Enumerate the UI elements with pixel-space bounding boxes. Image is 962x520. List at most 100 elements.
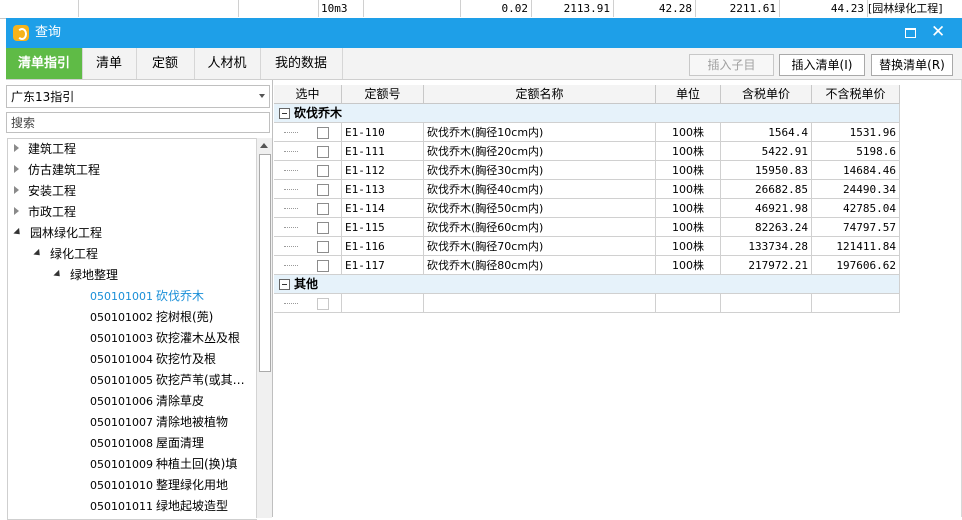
tree-node-landscape[interactable]: 园林绿化工程 [13, 223, 102, 244]
table-row[interactable]: E1-113 砍伐乔木(胸径40cm内) 100株 26682.85 24490.34 [274, 180, 900, 199]
tree-leaf[interactable]: 050101010 整理绿化用地 [90, 475, 228, 496]
tree-node-label: 安装工程 [28, 184, 77, 198]
insert-list-button[interactable]: 插入清单(I) [779, 54, 865, 76]
bg-unit: 10m3 [318, 0, 364, 17]
tab-resources[interactable]: 人材机 [194, 48, 261, 79]
row-notax-price: 14684.46 [812, 161, 900, 180]
tree-leaf[interactable]: 050101007 清除地被植物 [90, 412, 228, 433]
tree-leaf[interactable]: 050101008 屋面清理 [90, 433, 204, 454]
header-name[interactable]: 定额名称 [424, 85, 656, 104]
tree-scrollbar[interactable] [256, 138, 272, 518]
collapse-arrow-icon[interactable] [33, 248, 43, 259]
row-select [274, 237, 342, 256]
tree-node-install[interactable]: 安装工程 [14, 181, 76, 202]
tab-quota[interactable]: 定额 [136, 48, 195, 79]
empty-row[interactable] [274, 294, 900, 313]
row-unit: 100株 [656, 256, 721, 275]
header-tax-price[interactable]: 含税单价 [721, 85, 812, 104]
tree-leaf[interactable]: 050101003 砍挖灌木丛及根 [90, 328, 240, 349]
scroll-up-icon[interactable] [260, 143, 268, 148]
collapse-toggle-icon[interactable] [279, 108, 290, 119]
group-row[interactable]: 砍伐乔木 [274, 104, 900, 123]
expand-arrow-icon[interactable] [14, 186, 19, 194]
group-row[interactable]: 其他 [274, 275, 900, 294]
tree-line [284, 265, 298, 266]
title-bar[interactable]: 查询 ✕ [6, 18, 962, 48]
row-name: 砍伐乔木(胸径60cm内) [424, 218, 656, 237]
expand-arrow-icon[interactable] [14, 144, 19, 152]
tree-node-municipal[interactable]: 市政工程 [14, 202, 76, 223]
header-select[interactable]: 选中 [274, 85, 342, 104]
table-row[interactable]: E1-112 砍伐乔木(胸径30cm内) 100株 15950.83 14684.46 [274, 161, 900, 180]
select-checkbox[interactable] [317, 298, 329, 310]
select-checkbox[interactable] [317, 203, 329, 215]
select-checkbox[interactable] [317, 241, 329, 253]
replace-list-button[interactable]: 替换清单(R) [871, 54, 953, 76]
table-row[interactable]: E1-110 砍伐乔木(胸径10cm内) 100株 1564.4 1531.96 [274, 123, 900, 142]
collapse-arrow-icon[interactable] [53, 269, 63, 280]
tree-leaf[interactable]: 050101002 挖树根(蔸) [90, 307, 213, 328]
maximize-icon[interactable] [905, 28, 916, 38]
insert-child-button[interactable]: 插入子目 [689, 54, 774, 76]
tab-list-guide[interactable]: 清单指引 [6, 48, 83, 79]
tab-my-data[interactable]: 我的数据 [260, 48, 343, 79]
guide-select-value: 广东13指引 [11, 90, 75, 104]
tree-line [284, 246, 298, 247]
select-checkbox[interactable] [317, 260, 329, 272]
table-row[interactable]: E1-114 砍伐乔木(胸径50cm内) 100株 46921.98 42785.04 [274, 199, 900, 218]
tree-node-building[interactable]: 建筑工程 [14, 139, 76, 160]
tree-node-label: 建筑工程 [28, 142, 77, 156]
tree-leaf[interactable]: 050101001 砍伐乔木 [90, 286, 204, 307]
row-code: E1-113 [342, 180, 424, 199]
search-input[interactable] [6, 112, 270, 133]
tree-line [284, 208, 298, 209]
query-dialog: 查询 ✕ 清单指引 清单 定额 人材机 我的数据 插入子目 插入清单(I) 替换… [6, 18, 962, 520]
bg-qty: 0.02 [460, 0, 532, 17]
row-select [274, 142, 342, 161]
row-notax-price: 197606.62 [812, 256, 900, 275]
collapse-arrow-icon[interactable] [13, 227, 23, 238]
select-checkbox[interactable] [317, 165, 329, 177]
tree-node-antique[interactable]: 仿古建筑工程 [14, 160, 100, 181]
expand-arrow-icon[interactable] [14, 165, 19, 173]
guide-select[interactable]: 广东13指引 [6, 85, 270, 108]
tree-leaf[interactable]: 050101005 砍挖芦苇(或其… [90, 370, 245, 391]
row-select [274, 161, 342, 180]
row-select [274, 256, 342, 275]
tree-line [284, 303, 298, 304]
select-checkbox[interactable] [317, 222, 329, 234]
select-checkbox[interactable] [317, 146, 329, 158]
scroll-thumb[interactable] [259, 154, 271, 372]
table-row[interactable]: E1-116 砍伐乔木(胸径70cm内) 100株 133734.28 121411.8… [274, 237, 900, 256]
tree-line [284, 132, 298, 133]
expand-arrow-icon[interactable] [14, 207, 19, 215]
header-notax-price[interactable]: 不含税单价 [812, 85, 900, 104]
tree-leaf[interactable]: 050101011 绿地起坡造型 [90, 496, 228, 517]
bg-price2: 42.28 [614, 0, 696, 17]
table-row[interactable]: E1-115 砍伐乔木(胸径60cm内) 100株 82263.24 74797.57 [274, 218, 900, 237]
tab-bar: 清单指引 清单 定额 人材机 我的数据 插入子目 插入清单(I) 替换清单(R) [6, 48, 962, 80]
row-unit: 100株 [656, 218, 721, 237]
select-checkbox[interactable] [317, 184, 329, 196]
row-unit: 100株 [656, 199, 721, 218]
tab-list[interactable]: 清单 [82, 48, 137, 79]
table-row[interactable]: E1-111 砍伐乔木(胸径20cm内) 100株 5422.91 5198.6 [274, 142, 900, 161]
header-code[interactable]: 定额号 [342, 85, 424, 104]
row-select [274, 294, 342, 313]
tree-node-greening[interactable]: 绿化工程 [33, 244, 98, 265]
close-icon[interactable]: ✕ [931, 22, 945, 42]
row-tax-price [721, 294, 812, 313]
row-name: 砍伐乔木(胸径10cm内) [424, 123, 656, 142]
collapse-toggle-icon[interactable] [279, 279, 290, 290]
row-name: 砍伐乔木(胸径70cm内) [424, 237, 656, 256]
tree-line [284, 189, 298, 190]
header-unit[interactable]: 单位 [656, 85, 721, 104]
tree-leaf[interactable]: 050101004 砍挖竹及根 [90, 349, 216, 370]
tree-node-land-prep[interactable]: 绿地整理 [53, 265, 118, 286]
tree-line [284, 170, 298, 171]
select-checkbox[interactable] [317, 127, 329, 139]
dropdown-arrow-icon[interactable] [259, 94, 265, 98]
tree-leaf[interactable]: 050101009 种植土回(换)填 [90, 454, 237, 475]
tree-leaf[interactable]: 050101006 清除草皮 [90, 391, 204, 412]
table-row[interactable]: E1-117 砍伐乔木(胸径80cm内) 100株 217972.21 197606.6… [274, 256, 900, 275]
